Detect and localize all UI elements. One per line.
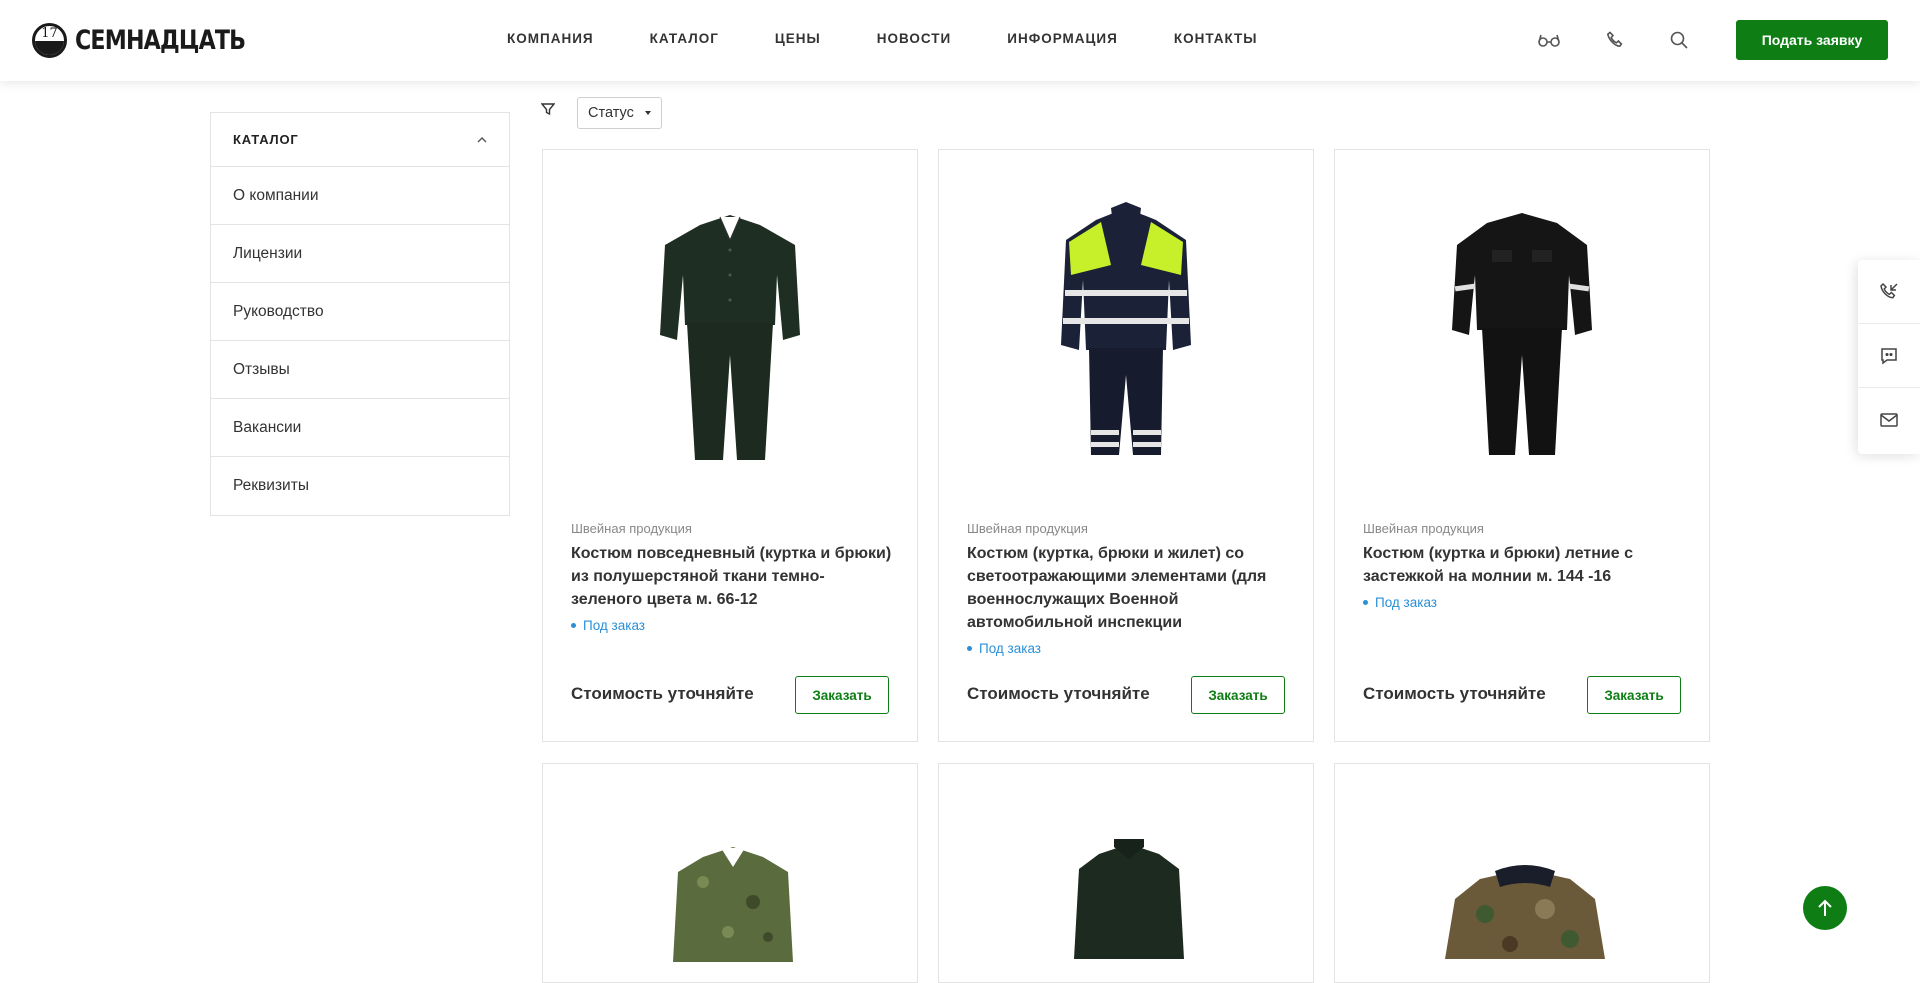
sidebar-item-management[interactable]: Руководство xyxy=(211,283,509,341)
availability-status: Под заказ xyxy=(571,618,645,633)
product-category: Швейная продукция xyxy=(1363,521,1484,536)
main-nav: КОМПАНИЯ КАТАЛОГ ЦЕНЫ НОВОСТИ ИНФОРМАЦИЯ… xyxy=(507,31,1314,46)
request-button[interactable]: Подать заявку xyxy=(1736,20,1888,60)
availability-status: Под заказ xyxy=(967,641,1041,656)
order-button[interactable]: Заказать xyxy=(1587,676,1681,714)
nav-news[interactable]: НОВОСТИ xyxy=(877,31,952,46)
sidebar-item-requisites[interactable]: Реквизиты xyxy=(211,457,509,515)
status-select-label: Статус xyxy=(588,105,634,121)
product-name[interactable]: Костюм повседневный (куртка и брюки) из … xyxy=(571,542,893,611)
sidebar-item-reviews[interactable]: Отзывы xyxy=(211,341,509,399)
sidebar-header[interactable]: КАТАЛОГ xyxy=(211,113,509,167)
product-card[interactable] xyxy=(542,763,918,983)
chevron-up-icon[interactable] xyxy=(477,136,487,143)
product-name[interactable]: Костюм (куртка, брюки и жилет) со светоо… xyxy=(967,542,1289,634)
nav-company[interactable]: КОМПАНИЯ xyxy=(507,31,594,46)
logo-mark: 17 xyxy=(32,22,67,58)
product-image[interactable] xyxy=(543,150,917,520)
caret-down-icon xyxy=(645,111,651,115)
mail-icon[interactable] xyxy=(1858,388,1920,452)
product-image[interactable] xyxy=(1445,859,1605,959)
order-button[interactable]: Заказать xyxy=(795,676,889,714)
product-name[interactable]: Костюм (куртка и брюки) летние с застежк… xyxy=(1363,542,1685,588)
nav-prices[interactable]: ЦЕНЫ xyxy=(775,31,821,46)
scroll-top-button[interactable] xyxy=(1803,886,1847,930)
order-button[interactable]: Заказать xyxy=(1191,676,1285,714)
logo[interactable]: 17 СЕМНАДЦАТЬ xyxy=(32,22,283,58)
glasses-icon[interactable] xyxy=(1537,28,1561,52)
nav-catalog[interactable]: КАТАЛОГ xyxy=(650,31,719,46)
site-header: 17 СЕМНАДЦАТЬ КОМПАНИЯ КАТАЛОГ ЦЕНЫ НОВО… xyxy=(0,0,1920,81)
sidebar-item-licenses[interactable]: Лицензии xyxy=(211,225,509,283)
nav-info[interactable]: ИНФОРМАЦИЯ xyxy=(1007,31,1118,46)
product-image[interactable] xyxy=(673,842,793,962)
sidebar-title: КАТАЛОГ xyxy=(233,132,299,147)
product-price: Стоимость уточняйте xyxy=(967,684,1150,703)
product-price: Стоимость уточняйте xyxy=(571,684,754,703)
search-icon[interactable] xyxy=(1667,28,1691,52)
phone-icon[interactable] xyxy=(1603,28,1627,52)
chat-icon[interactable] xyxy=(1858,324,1920,388)
sidebar-item-vacancies[interactable]: Вакансии xyxy=(211,399,509,457)
product-category: Швейная продукция xyxy=(571,521,692,536)
product-card[interactable] xyxy=(1334,763,1710,983)
nav-contacts[interactable]: КОНТАКТЫ xyxy=(1174,31,1258,46)
logo-text: СЕМНАДЦАТЬ xyxy=(75,24,246,56)
status-select[interactable]: Статус xyxy=(577,97,662,129)
product-image[interactable] xyxy=(1335,150,1709,520)
product-image[interactable] xyxy=(939,150,1313,520)
product-card[interactable] xyxy=(938,763,1314,983)
product-category: Швейная продукция xyxy=(967,521,1088,536)
arrow-up-icon xyxy=(1818,899,1832,916)
product-card[interactable]: Швейная продукция Костюм (куртка, брюки … xyxy=(938,149,1314,742)
logo-number: 17 xyxy=(41,25,58,41)
product-price: Стоимость уточняйте xyxy=(1363,684,1546,703)
catalog-sidebar: КАТАЛОГ О компании Лицензии Руководство … xyxy=(210,112,510,516)
callback-icon[interactable] xyxy=(1858,260,1920,324)
filter-icon[interactable] xyxy=(541,102,555,116)
contact-widget xyxy=(1858,260,1920,454)
availability-status: Под заказ xyxy=(1363,595,1437,610)
product-image[interactable] xyxy=(1074,839,1184,959)
product-card[interactable]: Швейная продукция Костюм повседневный (к… xyxy=(542,149,918,742)
product-card[interactable]: Швейная продукция Костюм (куртка и брюки… xyxy=(1334,149,1710,742)
sidebar-item-about[interactable]: О компании xyxy=(211,167,509,225)
